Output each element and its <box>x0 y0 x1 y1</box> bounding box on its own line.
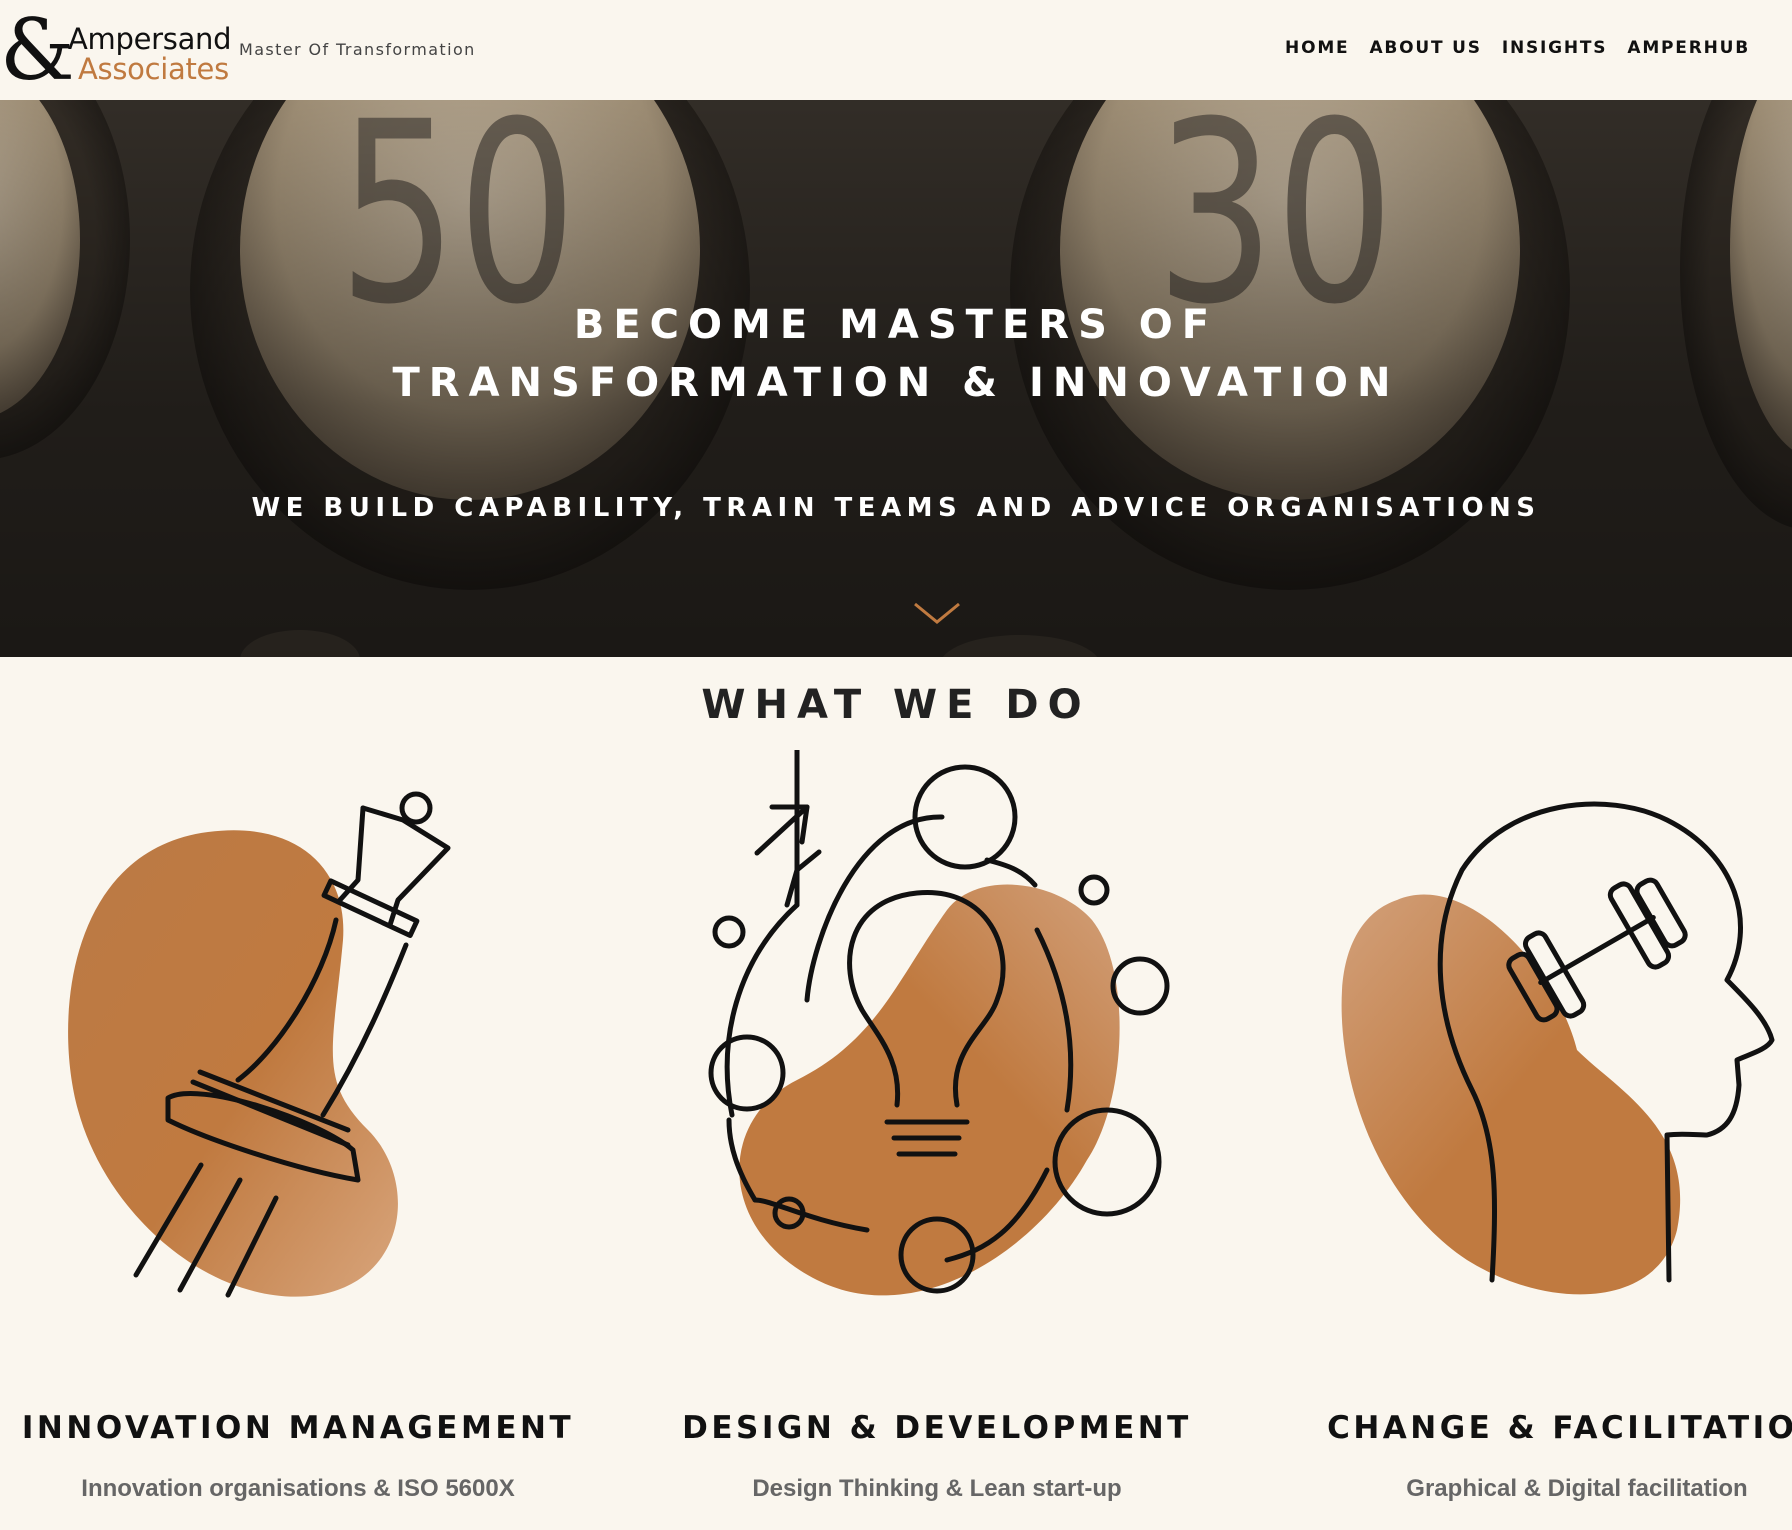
logo-text-ampersand: Ampersand <box>68 22 232 56</box>
hero-subtitle: WE BUILD CAPABILITY, TRAIN TEAMS AND ADV… <box>251 493 1541 523</box>
service-card-innovation[interactable]: INNOVATION MANAGEMENT Innovation organis… <box>18 750 578 1530</box>
site-header: & Ampersand Associates Master Of Transfo… <box>0 0 1792 100</box>
service-subtitle: Design Thinking & Lean start-up <box>752 1475 1122 1502</box>
nav-amperhub[interactable]: AMPERHUB <box>1627 38 1750 58</box>
service-subtitle: Graphical & Digital facilitation <box>1406 1475 1748 1502</box>
service-subtitle: Innovation organisations & ISO 5600X <box>81 1475 515 1502</box>
chevron-down-icon[interactable] <box>912 600 962 628</box>
nav-home[interactable]: HOME <box>1285 38 1349 58</box>
lightbulb-icon <box>708 750 1170 1296</box>
service-title: CHANGE & FACILITATION <box>1327 1410 1792 1446</box>
main-nav: HOME ABOUT US INSIGHTS AMPERHUB <box>1285 38 1750 58</box>
nav-insights[interactable]: INSIGHTS <box>1502 38 1608 58</box>
head-dumbbell-icon <box>1341 801 1775 1295</box>
hero-banner: 50 30 BECOME MASTERS OF TRANSFORMATION &… <box>0 100 1792 657</box>
section-title-what-we-do: WHAT WE DO <box>701 682 1091 728</box>
service-title: DESIGN & DEVELOPMENT <box>682 1410 1192 1446</box>
service-card-change[interactable]: CHANGE & FACILITATION Graphical & Digita… <box>1297 750 1792 1530</box>
logo-text-associates: Associates <box>78 52 229 86</box>
logo[interactable]: & Ampersand Associates <box>0 6 240 94</box>
nav-about-us[interactable]: ABOUT US <box>1369 38 1481 58</box>
chess-queen-icon <box>68 791 451 1298</box>
logo-ampersand: & <box>0 1 75 99</box>
hero-title-line2: TRANSFORMATION & INNOVATION <box>392 360 1400 406</box>
site-tagline: Master Of Transformation <box>239 40 476 59</box>
hero-title-line1: BECOME MASTERS OF <box>573 302 1219 348</box>
service-card-design[interactable]: DESIGN & DEVELOPMENT Design Thinking & L… <box>657 750 1217 1530</box>
hero-title: BECOME MASTERS OF TRANSFORMATION & INNOV… <box>0 296 1792 412</box>
service-title: INNOVATION MANAGEMENT <box>21 1410 575 1446</box>
